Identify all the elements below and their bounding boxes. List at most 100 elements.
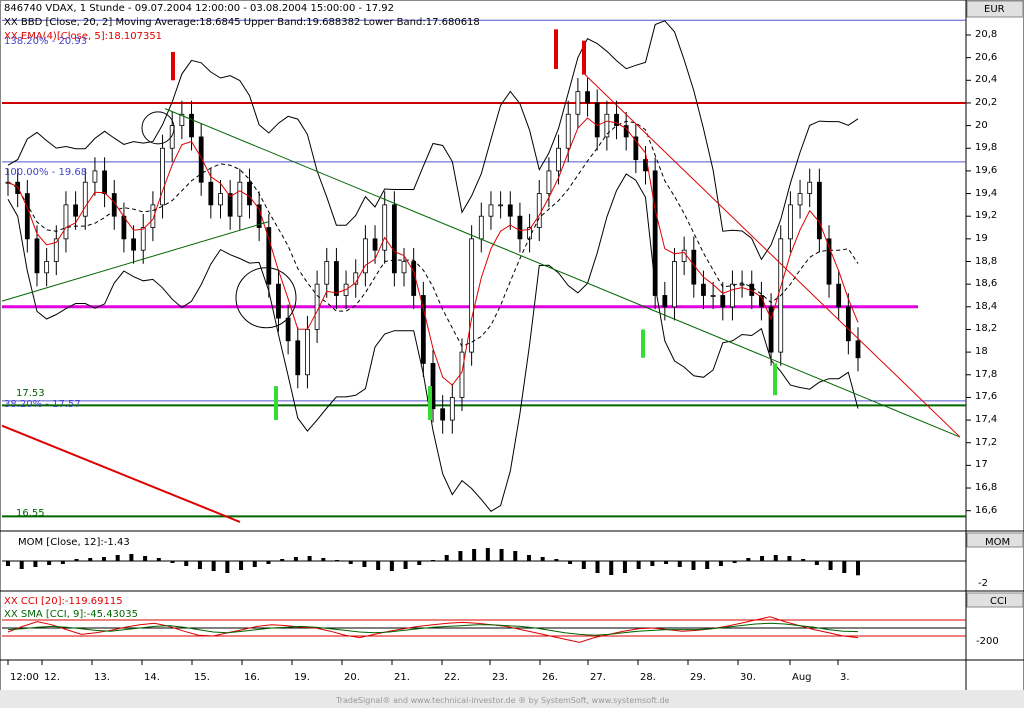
candle-body: [565, 113, 571, 149]
mom-bar: [335, 560, 340, 561]
price-tick-label: 17,2: [975, 436, 998, 448]
mom-bar: [787, 556, 792, 561]
price-tick-label: 17,6: [975, 391, 998, 403]
mom-bar: [513, 551, 518, 561]
candle-body: [382, 204, 388, 251]
candle-body: [82, 181, 88, 217]
price-tick-label: 18,6: [975, 278, 998, 290]
mom-bar: [814, 561, 819, 565]
mom-bar: [293, 557, 298, 561]
mom-bar: [321, 558, 326, 561]
mom-bar: [197, 561, 202, 569]
mom-bar: [828, 561, 833, 570]
mom-bar: [499, 549, 504, 561]
time-tick-label: 13.: [94, 672, 110, 683]
price-tick-label: 18,2: [975, 323, 998, 335]
resistance-trendline: [164, 108, 961, 438]
time-tick-label: 26.: [542, 672, 558, 683]
mom-bar: [444, 555, 449, 561]
price-tick-label: 16,8: [975, 482, 998, 494]
highlight-circle: [141, 111, 175, 145]
candle-body: [845, 306, 851, 342]
ema-line: [7, 117, 859, 386]
candle-body: [546, 170, 552, 194]
candle-body: [478, 215, 484, 240]
time-tick-label: 27.: [590, 672, 606, 683]
time-tick-label: 30.: [740, 672, 756, 683]
highlight-circle: [235, 267, 297, 329]
price-tick-label: 18,4: [975, 300, 998, 312]
mom-bar: [842, 561, 847, 573]
time-tick-label: 29.: [690, 672, 706, 683]
time-tick-label: 21.: [394, 672, 410, 683]
mom-bar: [609, 561, 614, 575]
chart-title: 846740 VDAX, 1 Stunde - 09.07.2004 12:00…: [4, 3, 394, 14]
candle-body: [787, 204, 793, 240]
candle-body: [131, 238, 136, 251]
bbd-legend: XX BBD [Close, 20, 2] Moving Average:18.…: [4, 17, 480, 28]
candle-body: [488, 204, 494, 217]
candle-body: [701, 283, 706, 296]
footer-credit: TradeSignal® and www.technical-investor.…: [336, 696, 670, 705]
candle-body: [63, 204, 69, 240]
chart-canvas: [0, 0, 1024, 708]
mom-bar: [568, 561, 573, 564]
price-tick-label: 20,2: [975, 96, 998, 108]
mom-bar: [760, 556, 765, 561]
candle-body: [305, 329, 310, 376]
support-trendline: [1, 221, 269, 302]
time-tick-label: 23.: [492, 672, 508, 683]
candle-body: [730, 283, 735, 308]
price-tick-label: 19,8: [975, 142, 998, 154]
time-tick-label: 12.: [44, 672, 60, 683]
candle-body: [507, 204, 513, 217]
candle-body: [575, 91, 581, 115]
mom-tick: -2: [978, 578, 988, 589]
candle-body: [469, 238, 475, 353]
mom-bar: [60, 561, 65, 564]
mom-bar: [677, 561, 682, 567]
mom-bar: [691, 561, 696, 570]
candle-body: [517, 215, 523, 240]
mom-bar: [664, 561, 669, 564]
mom-bar: [526, 555, 531, 561]
price-tick-label: 17,8: [975, 368, 998, 380]
price-tick-label: 19,6: [975, 164, 998, 176]
mom-bar: [211, 561, 216, 571]
mom-bar: [746, 558, 751, 561]
candle-body: [449, 397, 455, 421]
cci-sma-legend: XX SMA [CCI, 9]:-45.43035: [4, 609, 139, 620]
mom-bar: [554, 559, 559, 561]
candle-body: [739, 283, 745, 286]
mom-bar: [650, 561, 655, 566]
time-tick-label: 22.: [444, 672, 460, 683]
mom-bar: [115, 555, 120, 561]
cci-tick: -200: [976, 636, 999, 647]
mom-bar: [170, 561, 175, 563]
mom-bar: [458, 551, 463, 561]
cci-title: CCI: [990, 596, 1007, 607]
candle-body: [816, 181, 822, 240]
price-tick-label: 17: [975, 459, 988, 471]
moving-average-line: [7, 120, 859, 348]
currency-label: EUR: [984, 4, 1005, 15]
candle-body: [672, 261, 677, 308]
mom-title: MOM: [985, 537, 1011, 548]
mom-bar: [540, 557, 545, 561]
candle-body: [536, 193, 542, 228]
downtrend-line: [584, 74, 961, 438]
candle-body: [836, 283, 842, 308]
mom-bar: [856, 561, 860, 576]
upper-band-line: [7, 20, 859, 261]
mom-bar: [581, 561, 586, 569]
candle-body: [594, 102, 600, 138]
mom-legend: MOM [Close, 12]:-1.43: [18, 537, 130, 548]
mom-bar: [266, 561, 271, 564]
mom-bar: [184, 561, 189, 566]
price-tick-label: 20,4: [975, 74, 998, 86]
mom-bar: [101, 557, 106, 561]
mom-bar: [156, 558, 161, 561]
mom-bar: [431, 560, 435, 561]
mom-bar: [225, 561, 230, 573]
mom-bar: [472, 549, 477, 561]
